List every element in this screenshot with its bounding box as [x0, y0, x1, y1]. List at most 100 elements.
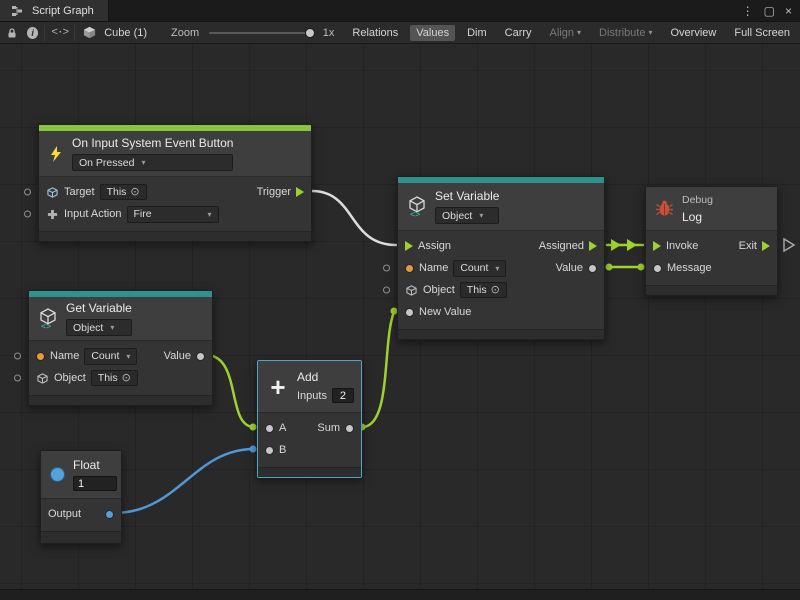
target-object-chip[interactable]: This ⊙ — [100, 184, 147, 200]
invoke-input-port[interactable] — [653, 241, 661, 251]
tab-script-graph[interactable]: Script Graph — [0, 0, 109, 21]
caret-down-icon: ▾ — [648, 28, 652, 37]
row-message: Message — [646, 257, 777, 279]
header-lines: Get Variable Object ▾ — [66, 301, 132, 336]
caret-down-icon: ▾ — [207, 210, 211, 219]
assign-input-port[interactable] — [405, 241, 413, 251]
overview-button[interactable]: Overview — [665, 25, 723, 41]
unconnected-port[interactable] — [383, 287, 390, 294]
variable-cube-icon: <> — [407, 196, 427, 217]
variable-name-dropdown[interactable]: Count ▾ — [453, 260, 506, 277]
node-body: A Sum B — [258, 413, 361, 467]
object-chip[interactable]: This ⊙ — [460, 282, 507, 298]
node-get-variable[interactable]: <> Get Variable Object ▾ Name Count ▾ — [28, 290, 213, 406]
float-value-field[interactable] — [73, 476, 117, 491]
node-title: On Input System Event Button — [72, 136, 233, 150]
graph-target[interactable]: Cube (1) — [104, 27, 147, 39]
row-a: A Sum — [258, 417, 361, 439]
node-on-input-system-event-button[interactable]: On Input System Event Button On Pressed … — [38, 124, 312, 242]
align-button[interactable]: Align ▾ — [544, 25, 587, 41]
dim-button[interactable]: Dim — [461, 25, 493, 41]
a-input-port[interactable] — [265, 424, 274, 433]
dropdown-value: Count — [460, 262, 488, 274]
unconnected-port[interactable] — [383, 265, 390, 272]
script-graph-icon — [8, 2, 26, 20]
node-add[interactable]: + Add Inputs A Sum B — [257, 360, 362, 478]
unconnected-port[interactable] — [14, 375, 21, 382]
node-body: Target This ⊙ Trigger Input Action Fire … — [39, 177, 311, 231]
node-header[interactable]: Debug Log — [646, 187, 777, 231]
name-input-port[interactable] — [36, 352, 45, 361]
maximize-icon[interactable]: ▢ — [764, 5, 775, 17]
value-output-port[interactable] — [588, 264, 597, 273]
menu-icon[interactable]: ⋮ — [742, 5, 754, 17]
trigger-output-port[interactable] — [296, 187, 304, 197]
svg-text:<>: <> — [41, 322, 51, 329]
node-header[interactable]: <> Get Variable Object ▾ — [29, 297, 212, 341]
output-port[interactable] — [105, 510, 114, 519]
message-input-port[interactable] — [653, 264, 662, 273]
message-label: Message — [667, 262, 712, 274]
node-category: Debug — [682, 194, 713, 206]
assigned-output-port[interactable] — [589, 241, 597, 251]
sum-label: Sum — [317, 422, 340, 434]
sum-output-port[interactable] — [345, 424, 354, 433]
name-input-port[interactable] — [405, 264, 414, 273]
event-mode-dropdown[interactable]: On Pressed ▾ — [72, 154, 233, 171]
inputs-label: Inputs — [297, 390, 327, 402]
zoom-slider[interactable] — [209, 26, 315, 40]
node-set-variable[interactable]: <> Set Variable Object ▾ Assign Assigned — [397, 176, 605, 340]
focus-icon[interactable]: <·> — [51, 24, 68, 42]
node-title: Set Variable — [435, 189, 499, 203]
values-button[interactable]: Values — [410, 25, 455, 41]
row-b: B — [258, 439, 361, 461]
new-value-input-port[interactable] — [405, 308, 414, 317]
input-action-dropdown[interactable]: Fire ▾ — [127, 206, 219, 223]
a-label: A — [279, 422, 286, 434]
node-footer — [258, 467, 361, 477]
carry-button[interactable]: Carry — [499, 25, 538, 41]
value-label: Value — [556, 262, 583, 274]
unconnected-port[interactable] — [24, 189, 31, 196]
node-debug-log[interactable]: Debug Log Invoke Exit Message — [645, 186, 778, 296]
assigned-label: Assigned — [539, 240, 584, 252]
target-icon: ⊙ — [130, 187, 139, 198]
tab-title: Script Graph — [32, 5, 94, 17]
value-output-port[interactable] — [196, 352, 205, 361]
node-float[interactable]: Float Output — [40, 450, 122, 544]
invoke-label: Invoke — [666, 240, 698, 252]
inputs-count-field[interactable] — [332, 388, 354, 403]
float-icon — [50, 467, 65, 482]
name-label: Name — [50, 350, 79, 362]
zoom-track — [209, 32, 315, 34]
node-footer — [29, 395, 212, 405]
unconnected-port[interactable] — [14, 353, 21, 360]
zoom-handle[interactable] — [305, 28, 315, 38]
full-screen-button[interactable]: Full Screen — [728, 25, 796, 41]
output-label: Output — [48, 508, 81, 520]
header-lines: Float — [73, 458, 112, 491]
node-title: Float — [73, 458, 112, 472]
close-icon[interactable]: × — [785, 5, 792, 17]
unity-script-graph-window: Script Graph ⋮ ▢ × i <·> Cube (1) Zoom 1… — [0, 0, 800, 600]
caret-down-icon: ▾ — [141, 158, 145, 167]
unconnected-port[interactable] — [24, 211, 31, 218]
b-input-port[interactable] — [265, 446, 274, 455]
node-header[interactable]: On Input System Event Button On Pressed … — [39, 131, 311, 177]
node-footer — [39, 231, 311, 241]
object-chip[interactable]: This ⊙ — [91, 370, 138, 386]
variable-kind-dropdown[interactable]: Object ▾ — [435, 207, 499, 224]
variable-name-dropdown[interactable]: Count ▾ — [84, 348, 137, 365]
node-header[interactable]: + Add Inputs — [258, 361, 361, 413]
node-header[interactable]: <> Set Variable Object ▾ — [398, 183, 604, 231]
caret-down-icon: ▾ — [479, 211, 483, 220]
info-icon[interactable]: i — [27, 27, 38, 39]
lock-icon[interactable] — [4, 24, 21, 42]
exit-output-port[interactable] — [762, 241, 770, 251]
variable-kind-dropdown[interactable]: Object ▾ — [66, 319, 132, 336]
dropdown-value: Object — [73, 322, 103, 334]
gameobject-icon — [46, 186, 59, 199]
node-header[interactable]: Float — [41, 451, 121, 499]
distribute-button[interactable]: Distribute ▾ — [593, 25, 658, 41]
relations-button[interactable]: Relations — [346, 25, 404, 41]
